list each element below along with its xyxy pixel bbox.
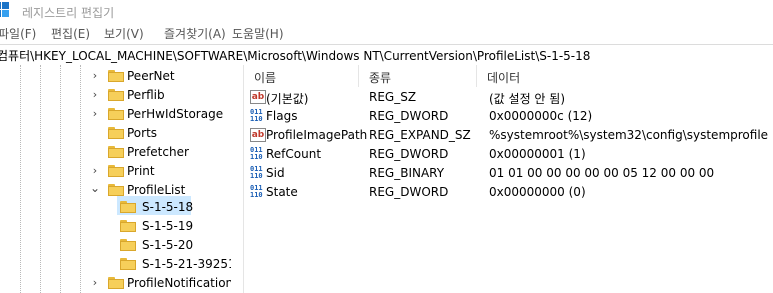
tree-item-label: Print [127,164,155,178]
folder-icon [108,146,124,158]
menu-view[interactable]: 보기(V) [104,25,144,42]
column-header-name[interactable]: 이름 [244,65,354,87]
value-name: RefCount [266,147,322,161]
tree-item-perhwidstorage[interactable]: › PerHwIdStorage [90,105,231,124]
value-name: Flags [266,109,298,123]
tree-item-print[interactable]: › Print [90,162,231,181]
value-row[interactable]: 011 110 RefCount REG_DWORD 0x00000001 (1) [244,145,773,164]
column-header-data[interactable]: 데이터 [477,65,773,87]
tree-guide-line [40,65,41,293]
value-type: REG_BINARY [369,166,445,180]
string-value-icon: ab [250,90,266,104]
tree-item-label: Perflib [127,88,165,102]
value-data: (값 설정 안 됨) [489,92,566,106]
value-row[interactable]: ab (기본값) REG_SZ (값 설정 안 됨) [244,88,773,107]
tree-item-label: Ports [127,126,158,140]
folder-icon [108,70,124,82]
folder-open-icon [120,201,136,213]
tree-item-label: S-1-5-18 [142,200,194,214]
value-type: REG_DWORD [369,147,449,161]
binary-value-icon: 011 110 [250,165,263,180]
tree-item-label: S-1-5-21-39251 [142,257,231,271]
folder-icon [120,258,136,270]
chevron-down-icon[interactable]: ⌄ [90,181,100,195]
value-data: 0x0000000c (12) [489,109,593,123]
column-header-type[interactable]: 종류 [359,65,475,87]
value-type: REG_DWORD [369,185,449,199]
column-header-label: 이름 [254,71,277,85]
value-row[interactable]: 011 110 Sid REG_BINARY 01 01 00 00 00 00 … [244,164,773,183]
menu-file[interactable]: 파일(F) [0,25,36,42]
value-data: %systemroot%\system32\config\systemprofi… [489,128,769,142]
folder-icon [108,89,124,101]
folder-open-icon [108,184,124,196]
tree-item-label: ProfileList [127,183,186,197]
value-data: 0x00000000 (0) [489,185,586,199]
menu-bar: 파일(F) 편집(E) 보기(V) 즐겨찾기(A) 도움말(H) [0,24,773,44]
tree-guide-line [80,65,81,293]
folder-icon [108,127,124,139]
folder-icon [108,108,124,120]
value-data: 01 01 00 00 00 00 00 05 12 00 00 00 [489,166,715,180]
title-bar: 레지스트리 편집기 [0,0,773,22]
chevron-right-icon[interactable]: › [90,107,100,120]
value-type: REG_EXPAND_SZ [369,128,471,142]
value-name: State [266,185,298,199]
tree-item-ports[interactable]: Ports [90,124,231,143]
tree-guide-line [60,65,61,293]
tree-item-s-1-5-19[interactable]: S-1-5-19 [120,217,231,236]
tree-item-label: Prefetcher [127,145,189,159]
tree-item-perflib[interactable]: › Perflib [90,86,231,105]
menu-help[interactable]: 도움말(H) [232,25,284,42]
value-row[interactable]: ab ProfileImagePath REG_EXPAND_SZ %syste… [244,126,773,145]
tree-item-label: PeerNet [127,69,175,83]
registry-editor-icon [0,2,9,17]
column-header-label: 종류 [369,71,392,85]
tree-item-s-1-5-20[interactable]: S-1-5-20 [120,236,231,255]
binary-value-icon: 011 110 [250,146,263,161]
value-name: ProfileImagePath [266,128,368,142]
tree-item-profilenotification[interactable]: › ProfileNotification [90,274,231,293]
tree-item-label: ProfileNotification [127,276,231,290]
menu-favorites[interactable]: 즐겨찾기(A) [164,25,226,42]
chevron-right-icon[interactable]: › [90,88,100,101]
values-list[interactable]: 이름 종류 데이터 ab (기본값) REG_SZ (값 설정 안 됨) 011… [244,65,773,293]
window-title: 레지스트리 편집기 [22,6,115,20]
value-type: REG_DWORD [369,109,449,123]
menu-edit[interactable]: 편집(E) [51,25,90,42]
tree-item-label: PerHwIdStorage [127,107,224,121]
binary-value-icon: 011 110 [250,108,263,123]
tree-item-label: S-1-5-19 [142,219,194,233]
binary-value-icon: 011 110 [250,184,263,199]
string-value-icon: ab [250,128,266,142]
value-row[interactable]: 011 110 State REG_DWORD 0x00000000 (0) [244,183,773,202]
address-path[interactable]: 컴퓨터\HKEY_LOCAL_MACHINE\SOFTWARE\Microsof… [0,47,590,64]
tree-item-prefetcher[interactable]: Prefetcher [90,143,231,162]
folder-icon [108,165,124,177]
address-bar[interactable]: 컴퓨터\HKEY_LOCAL_MACHINE\SOFTWARE\Microsof… [0,44,773,66]
value-name: Sid [266,166,285,180]
tree-item-s-1-5-18[interactable]: S-1-5-18 [120,198,231,217]
tree-item-label: S-1-5-20 [142,238,194,252]
folder-icon [120,220,136,232]
tree-item-peernet[interactable]: › PeerNet [90,67,231,86]
tree-item-s-1-5-21[interactable]: S-1-5-21-39251 [120,255,231,274]
chevron-right-icon[interactable]: › [90,276,100,289]
tree-scroll-gutter [231,65,243,293]
chevron-right-icon[interactable]: › [90,69,100,82]
value-type: REG_SZ [369,90,417,104]
value-data: 0x00000001 (1) [489,147,586,161]
chevron-right-icon[interactable]: › [90,164,100,177]
value-name: (기본값) [266,92,309,106]
column-header-label: 데이터 [487,71,521,85]
tree-guide-line [20,65,21,293]
value-row[interactable]: 011 110 Flags REG_DWORD 0x0000000c (12) [244,107,773,126]
key-tree[interactable]: › PeerNet › Perflib › PerHwIdStorage Por… [0,65,231,293]
folder-icon [108,277,124,289]
folder-icon [120,239,136,251]
